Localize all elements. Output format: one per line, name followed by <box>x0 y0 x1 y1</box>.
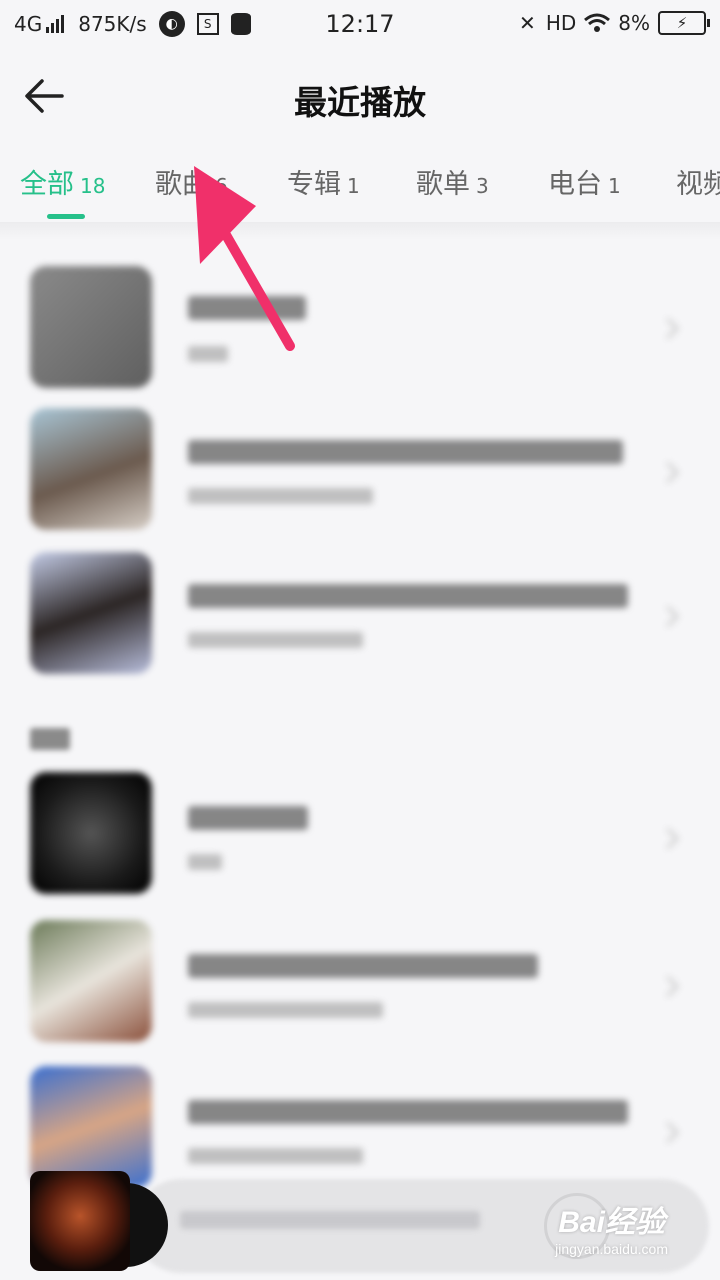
item-title <box>188 584 628 608</box>
item-thumbnail <box>30 266 152 388</box>
section-header-yesterday <box>30 722 70 750</box>
now-playing-cover[interactable] <box>30 1171 130 1271</box>
tab-label: 电台 <box>548 169 602 200</box>
now-playing-text <box>180 1211 480 1229</box>
tab-label: 视频 <box>676 169 720 200</box>
page-title: 最近播放 <box>294 83 426 122</box>
tab-videos[interactable]: 视频 <box>676 162 720 201</box>
tab-all[interactable]: 全部 18 <box>20 162 105 201</box>
chevron-right-icon <box>657 827 680 850</box>
tab-count: 1 <box>347 174 360 198</box>
hd-label: HD <box>545 11 577 35</box>
item-thumbnail <box>30 552 152 674</box>
tab-radio[interactable]: 电台 1 <box>548 162 621 201</box>
item-thumbnail <box>30 408 152 530</box>
chevron-right-icon <box>657 975 680 998</box>
list-item[interactable] <box>0 266 720 396</box>
item-title <box>188 1100 628 1124</box>
item-subtitle <box>188 488 373 504</box>
tab-playlists[interactable]: 歌单 3 <box>416 162 489 201</box>
tab-label: 全部 <box>20 169 74 200</box>
annotation-arrow-icon <box>194 166 295 351</box>
item-thumbnail <box>30 772 152 894</box>
battery-icon: ⚡ <box>658 11 710 35</box>
item-title <box>188 440 623 464</box>
item-subtitle <box>188 632 363 648</box>
tab-bar: 全部18 歌曲6 专辑1 歌单3 电台1 视频 <box>0 150 720 222</box>
tab-indicator <box>47 214 85 219</box>
chevron-right-icon <box>657 461 680 484</box>
baidu-watermark: Bai经验 jingyan.baidu.com <box>555 1197 668 1257</box>
list-item[interactable] <box>0 920 720 1050</box>
tab-divider <box>0 222 720 240</box>
list-item[interactable] <box>0 408 720 538</box>
wifi-icon <box>584 13 611 32</box>
status-bar: 4G 875K/s ◐ S 12:17 ✕ HD 8% ⚡ <box>0 0 720 50</box>
chevron-right-icon <box>657 605 680 628</box>
status-right: ✕ HD 8% ⚡ <box>519 11 710 35</box>
item-thumbnail <box>30 920 152 1042</box>
item-subtitle <box>188 854 222 870</box>
watermark-main: Bai经验 <box>558 1206 665 1239</box>
mini-player[interactable]: Bai经验 jingyan.baidu.com <box>24 1165 709 1273</box>
item-title <box>188 954 538 978</box>
list-item[interactable] <box>0 772 720 902</box>
item-title <box>188 806 308 830</box>
tab-count: 18 <box>80 174 106 198</box>
item-subtitle <box>188 1148 363 1164</box>
tab-count: 3 <box>476 174 489 198</box>
tab-label: 歌单 <box>416 169 470 200</box>
mute-icon: ✕ <box>519 11 536 35</box>
chevron-right-icon <box>657 1121 680 1144</box>
tab-count: 1 <box>608 174 621 198</box>
list-item[interactable] <box>0 552 720 682</box>
watermark-sub: jingyan.baidu.com <box>555 1241 668 1257</box>
header: 最近播放 <box>0 50 720 142</box>
chevron-right-icon <box>657 317 680 340</box>
item-subtitle <box>188 1002 383 1018</box>
battery-percent: 8% <box>618 11 650 35</box>
